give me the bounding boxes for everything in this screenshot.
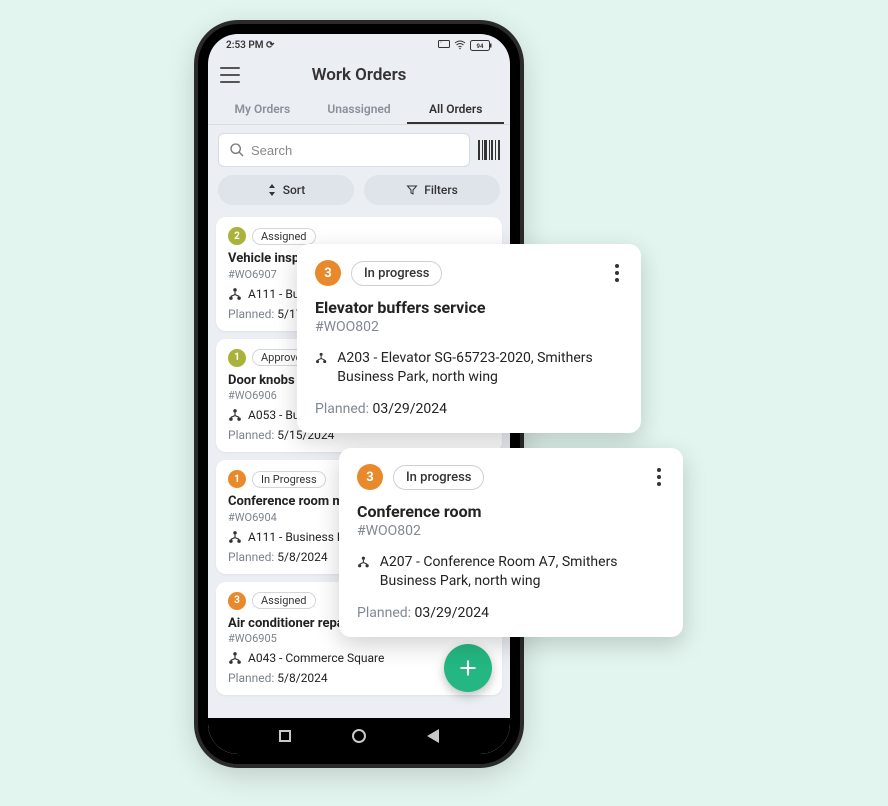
priority-badge: 3	[228, 592, 246, 610]
card-id: #WOO802	[357, 523, 665, 539]
card-id: #WOO802	[315, 319, 623, 335]
android-nav-bar	[208, 718, 510, 754]
sitemap-icon	[228, 530, 242, 544]
status-time: 2:53 PM ⟳	[226, 40, 274, 51]
sort-label: Sort	[283, 183, 306, 197]
search-icon	[229, 142, 245, 158]
planned-date: 03/29/2024	[415, 605, 490, 621]
detail-card-elevator[interactable]: 3 In progress Elevator buffers service #…	[297, 244, 641, 433]
planned-label: Planned:	[228, 671, 274, 685]
camera-icon	[438, 40, 450, 50]
planned-label: Planned:	[228, 307, 274, 321]
status-chip: In progress	[393, 465, 484, 490]
planned-date: 03/29/2024	[373, 401, 448, 417]
status-chip: Assigned	[252, 592, 316, 609]
filters-button[interactable]: Filters	[364, 175, 500, 205]
search-input[interactable]	[251, 143, 459, 158]
header: Work Orders	[208, 56, 510, 94]
sitemap-icon	[357, 553, 370, 571]
status-chip: In Progress	[252, 471, 326, 488]
filter-icon	[406, 184, 418, 196]
status-indicators: 94	[438, 40, 492, 51]
tabs: My Orders Unassigned All Orders	[208, 94, 510, 125]
card-title: Conference room	[357, 502, 665, 521]
wifi-icon	[454, 40, 466, 50]
sitemap-icon	[228, 287, 242, 301]
priority-badge: 3	[315, 260, 341, 286]
plus-icon	[458, 658, 478, 678]
card-location: A207 - Conference Room A7, Smithers Busi…	[380, 553, 665, 591]
page-title: Work Orders	[208, 65, 510, 85]
planned-label: Planned:	[357, 605, 411, 621]
priority-badge: 3	[357, 464, 383, 490]
recent-apps-icon[interactable]	[279, 730, 291, 742]
planned-label: Planned:	[228, 428, 274, 442]
sitemap-icon	[228, 408, 242, 422]
planned-label: Planned:	[228, 550, 274, 564]
tab-all-orders[interactable]: All Orders	[407, 94, 504, 124]
planned-date: 5/8/2024	[277, 671, 327, 685]
tab-unassigned[interactable]: Unassigned	[311, 94, 408, 124]
status-bar: 2:53 PM ⟳ 94	[208, 34, 510, 56]
planned-label: Planned:	[315, 401, 369, 417]
status-chip: Assigned	[252, 228, 316, 245]
sort-filter-row: Sort Filters	[208, 175, 510, 211]
search-row	[208, 125, 510, 175]
card-location: A203 - Elevator SG-65723-2020, Smithers …	[337, 349, 623, 387]
card-location: A043 - Commerce Square	[248, 651, 384, 665]
svg-text:94: 94	[477, 43, 484, 50]
sitemap-icon	[315, 349, 327, 367]
planned-date: 5/8/2024	[277, 550, 327, 564]
home-icon[interactable]	[352, 729, 366, 743]
sort-button[interactable]: Sort	[218, 175, 354, 205]
detail-card-conference[interactable]: 3 In progress Conference room #WOO802 A2…	[339, 448, 683, 637]
status-chip: In progress	[351, 261, 442, 286]
filters-label: Filters	[424, 183, 458, 197]
sitemap-icon	[228, 651, 242, 665]
back-icon[interactable]	[427, 729, 439, 743]
battery-icon: 94	[470, 40, 492, 51]
more-icon[interactable]	[611, 260, 623, 286]
add-button[interactable]	[444, 644, 492, 692]
tab-my-orders[interactable]: My Orders	[214, 94, 311, 124]
priority-badge: 1	[228, 349, 246, 367]
more-icon[interactable]	[653, 464, 665, 490]
priority-badge: 1	[228, 470, 246, 488]
barcode-icon[interactable]	[478, 140, 500, 160]
search-input-container[interactable]	[218, 133, 470, 167]
card-title: Elevator buffers service	[315, 298, 623, 317]
priority-badge: 2	[228, 227, 246, 245]
sort-icon	[267, 184, 277, 196]
